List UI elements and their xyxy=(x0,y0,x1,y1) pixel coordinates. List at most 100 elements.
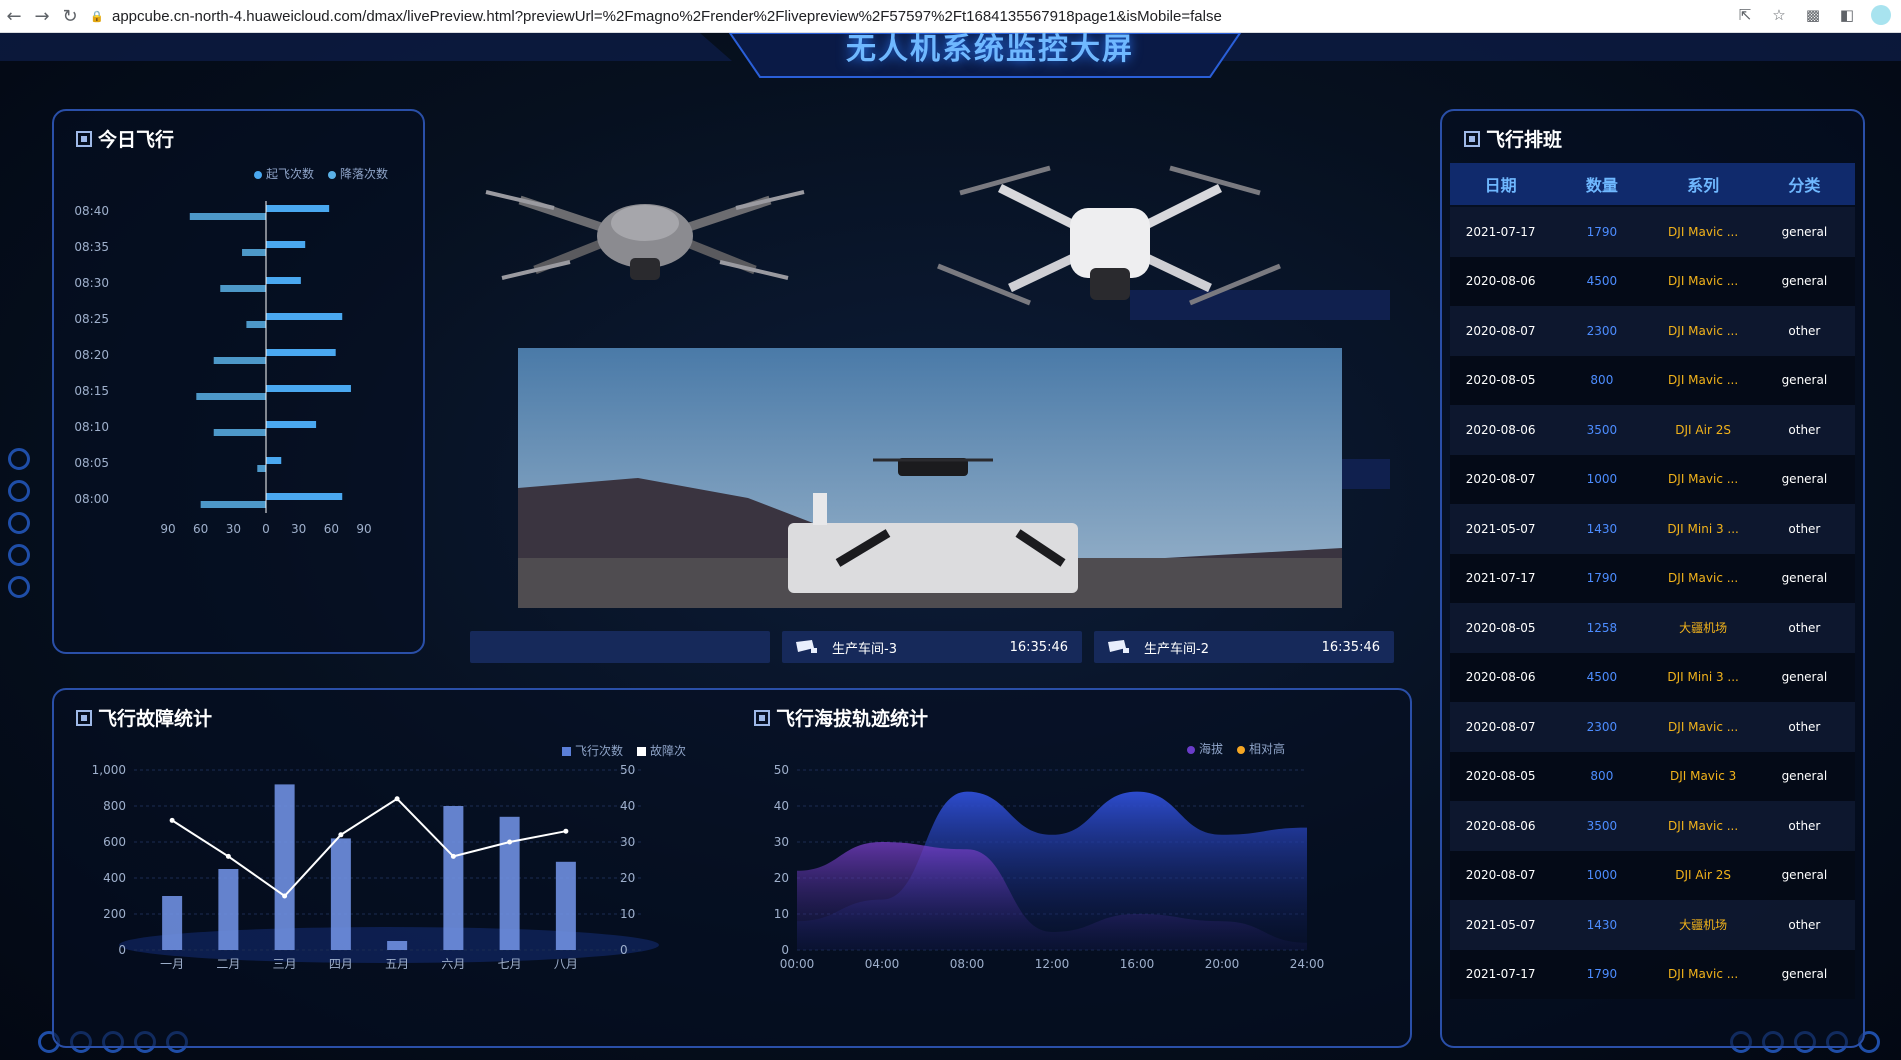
table-row[interactable]: 2021-07-17 1790 DJI Mavic ... general xyxy=(1450,949,1855,999)
cell-category: general xyxy=(1781,571,1828,586)
cell-count: 800 xyxy=(1590,769,1614,784)
drone-frame-icon xyxy=(754,709,770,726)
sidepanel-icon[interactable]: ◧ xyxy=(1837,5,1857,25)
y-tick-label: 0 xyxy=(781,943,789,957)
x-tick-label: 08:00 xyxy=(950,957,985,971)
point-faults xyxy=(394,796,400,802)
cell-series: DJI Mavic ... xyxy=(1668,274,1739,289)
fault-stats-title: 飞行故障统计 xyxy=(76,704,212,731)
share-icon[interactable]: ⇱ xyxy=(1735,5,1755,25)
legend-item-takeoff[interactable]: 起飞次数 xyxy=(254,165,314,182)
back-icon[interactable]: ← xyxy=(0,2,28,30)
forward-icon[interactable]: → xyxy=(28,2,56,30)
cell-count: 1790 xyxy=(1586,967,1618,982)
y-tick-label: 08:20 xyxy=(74,348,109,362)
table-row[interactable]: 2021-07-17 1790 DJI Mavic ... general xyxy=(1450,207,1855,257)
camera-feed-card-3[interactable]: 生产车间-2 16:35:46 xyxy=(1094,631,1394,663)
cell-series: DJI Mavic ... xyxy=(1668,224,1739,239)
cell-category: other xyxy=(1788,719,1821,734)
camera-feed-card-1[interactable] xyxy=(470,631,770,663)
table-row[interactable]: 2021-05-07 1430 DJI Mini 3 ... other xyxy=(1450,504,1855,554)
cell-series: 大疆机场 xyxy=(1679,918,1728,933)
y-tick-label-left: 600 xyxy=(103,835,126,849)
y-tick-label: 08:40 xyxy=(74,204,109,218)
x-tick-label: 60 xyxy=(324,522,339,536)
bar-takeoff xyxy=(266,349,336,356)
table-row[interactable]: 2020-08-06 4500 DJI Mini 3 ... general xyxy=(1450,652,1855,702)
bar-flights xyxy=(555,861,576,950)
bookmark-star-icon[interactable]: ☆ xyxy=(1769,5,1789,25)
y-tick-label-left: 400 xyxy=(103,871,126,885)
extensions-icon[interactable]: ▩ xyxy=(1803,5,1823,25)
page-title: 无人机系统监控大屏 xyxy=(846,33,1134,67)
x-tick-label: 一月 xyxy=(160,957,184,971)
y-tick-label: 10 xyxy=(774,907,789,921)
bar-landing xyxy=(213,429,266,436)
table-row[interactable]: 2020-08-06 3500 DJI Air 2S other xyxy=(1450,405,1855,455)
cell-date: 2021-07-17 xyxy=(1465,224,1536,239)
schedule-panel: 飞行排班 日期 数量 系列 分类 2021-07-17 1790 DJI Mavic… xyxy=(1440,109,1865,1048)
x-tick-label: 八月 xyxy=(554,957,578,971)
legend-item-landing[interactable]: 降落次数 xyxy=(328,165,388,182)
x-tick-label: 60 xyxy=(193,522,208,536)
schedule-title: 飞行排班 xyxy=(1464,125,1562,152)
table-row[interactable]: 2020-08-07 2300 DJI Mavic ... other xyxy=(1450,702,1855,752)
table-row[interactable]: 2020-08-06 3500 DJI Mavic ... other xyxy=(1450,801,1855,851)
table-row[interactable]: 2020-08-06 4500 DJI Mavic ... general xyxy=(1450,256,1855,306)
point-faults xyxy=(225,853,231,859)
y-tick-label-right: 50 xyxy=(620,763,635,777)
feed-label: 生产车间-3 xyxy=(832,641,897,657)
bar-landing xyxy=(200,501,266,508)
table-row[interactable]: 2020-08-07 1000 DJI Mavic ... general xyxy=(1450,454,1855,504)
table-row[interactable]: 2020-08-05 1258 大疆机场 other xyxy=(1450,603,1855,653)
url-text[interactable]: appcube.cn-north-4.huaweicloud.com/dmax/… xyxy=(112,8,1222,25)
feed-time: 16:35:46 xyxy=(1009,639,1068,655)
today-flight-chart: 08:40 08:35 08:30 08:25 08:20 08:15 08:10 08:05… xyxy=(74,201,372,536)
drone-mavic-image xyxy=(485,190,805,280)
table-row[interactable]: 2021-07-17 1790 DJI Mavic ... general xyxy=(1450,553,1855,603)
point-faults xyxy=(338,832,344,838)
cell-date: 2021-05-07 xyxy=(1465,917,1536,932)
x-tick-label: 90 xyxy=(356,522,371,536)
cell-count: 1000 xyxy=(1586,868,1618,883)
bar-takeoff xyxy=(266,385,351,392)
cell-category: other xyxy=(1788,422,1821,437)
cell-date: 2020-08-07 xyxy=(1465,323,1536,338)
cell-date: 2021-07-17 xyxy=(1465,967,1536,982)
point-faults xyxy=(563,828,569,834)
bar-takeoff xyxy=(266,313,343,320)
today-flight-legend: 起飞次数 降落次数 xyxy=(254,165,388,182)
x-tick-label: 04:00 xyxy=(865,957,900,971)
cell-count: 1258 xyxy=(1586,620,1618,635)
cell-date: 2020-08-07 xyxy=(1465,472,1536,487)
cell-category: general xyxy=(1781,224,1828,239)
camera-feed-card-2[interactable]: 生产车间-3 16:35:46 xyxy=(782,631,1082,663)
fault-stats-chart: 0 200 400 600 800 1,000 0 10 20 30 40 50 一月 二月 三月 四月 五月 六… xyxy=(92,763,659,971)
cell-count: 4500 xyxy=(1586,670,1618,685)
cell-series: DJI Mavic ... xyxy=(1668,719,1739,734)
altitude-chart: 0 10 20 30 40 50 00:00 04:00 08:00 12:00 16:00 20:0… xyxy=(774,763,1325,971)
table-row[interactable]: 2020-08-07 1000 DJI Air 2S general xyxy=(1450,850,1855,900)
cell-series: DJI Mavic ... xyxy=(1668,818,1739,833)
table-row[interactable]: 2020-08-07 2300 DJI Mavic ... other xyxy=(1450,306,1855,356)
y-tick-label: 50 xyxy=(774,763,789,777)
y-tick-label-right: 10 xyxy=(620,907,635,921)
column-header-date[interactable]: 日期 xyxy=(1450,172,1551,196)
x-tick-label: 90 xyxy=(160,522,175,536)
x-tick-label: 0 xyxy=(262,522,270,536)
cell-category: general xyxy=(1781,868,1828,883)
column-header-series[interactable]: 系列 xyxy=(1653,172,1754,196)
column-header-count[interactable]: 数量 xyxy=(1551,172,1652,196)
table-row[interactable]: 2021-05-07 1430 大疆机场 other xyxy=(1450,900,1855,950)
table-row[interactable]: 2020-08-05 800 DJI Mavic 3 general xyxy=(1450,751,1855,801)
cell-count: 1000 xyxy=(1586,472,1618,487)
table-row[interactable]: 2020-08-05 800 DJI Mavic ... general xyxy=(1450,355,1855,405)
cell-series: DJI Mavic ... xyxy=(1668,373,1739,388)
column-header-category[interactable]: 分类 xyxy=(1754,172,1855,196)
cell-count: 1430 xyxy=(1586,917,1618,932)
bar-landing xyxy=(242,249,266,256)
reload-icon[interactable]: ↻ xyxy=(56,2,84,30)
address-bar[interactable]: 🔒 appcube.cn-north-4.huaweicloud.com/dma… xyxy=(90,4,1222,28)
y-tick-label: 30 xyxy=(774,835,789,849)
profile-avatar[interactable] xyxy=(1871,5,1891,25)
